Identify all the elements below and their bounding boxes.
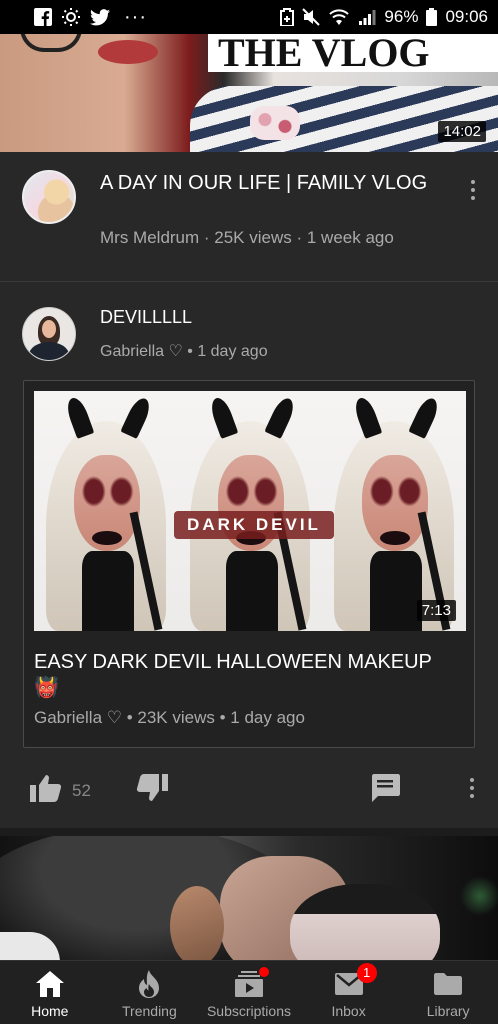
community-post: DEVILLLLL Gabriella ♡ • 1 day ago DARK D… — [0, 283, 498, 828]
comment-button[interactable] — [370, 774, 400, 807]
nav-trending-label: Trending — [122, 1003, 177, 1019]
brightness-icon — [60, 8, 82, 26]
like-count: 52 — [72, 780, 91, 800]
nav-trending[interactable]: Trending — [100, 961, 200, 1024]
post-meta: Gabriella ♡ • 1 day ago — [100, 343, 268, 360]
data-saver-icon — [280, 8, 295, 26]
avatar-face-shape — [42, 320, 56, 338]
post-author-avatar[interactable] — [22, 307, 76, 361]
thumbs-up-icon — [30, 774, 62, 807]
nav-inbox-label: Inbox — [331, 1003, 366, 1019]
thumbnail-overlay-text: DARK DEVIL — [174, 511, 334, 539]
nav-subscriptions[interactable]: Subscriptions — [199, 961, 299, 1024]
section-divider — [0, 828, 498, 836]
thumbnail-floral-sleeve — [250, 106, 300, 140]
subscriptions-icon — [234, 967, 269, 999]
like-button[interactable]: 52 — [30, 774, 91, 807]
twitter-icon — [90, 8, 110, 26]
nav-inbox[interactable]: 1 Inbox — [299, 961, 399, 1024]
status-bar-left: ··· — [34, 7, 147, 27]
signal-icon — [358, 8, 376, 26]
thumbnail-glasses-shape — [20, 34, 82, 52]
nav-home-label: Home — [31, 1003, 69, 1019]
embedded-video-title[interactable]: EASY DARK DEVIL HALLOWEEN MAKEUP 👹 — [34, 649, 454, 701]
thumbnail-background-light — [460, 876, 498, 916]
status-bar-right: 96% 09:06 — [280, 7, 488, 27]
new-content-badge — [258, 967, 269, 977]
thumbnail-ear-shape — [170, 886, 224, 960]
dislike-button[interactable] — [136, 774, 168, 807]
inbox-count-badge: 1 — [356, 963, 377, 983]
nav-library-label: Library — [426, 1003, 470, 1019]
thumbnail-banner-text: THE VLOG — [208, 34, 498, 72]
top-video-thumbnail[interactable]: THE VLOG 14:02 — [0, 34, 498, 152]
video-menu-icon[interactable] — [463, 180, 483, 200]
video-meta: Mrs Meldrum · 25K views · 1 week ago — [100, 228, 394, 247]
video-title[interactable]: A DAY IN OUR LIFE | FAMILY VLOG — [100, 170, 440, 196]
avatar-body-shape — [29, 342, 69, 360]
home-icon — [35, 969, 64, 999]
wifi-icon — [328, 8, 350, 26]
nav-home[interactable]: Home — [0, 961, 100, 1024]
embedded-video-meta: Gabriella ♡ • 23K views • 1 day ago — [34, 708, 305, 727]
thumbnail-lips-shape — [98, 40, 158, 64]
flame-icon — [138, 969, 160, 999]
nav-subscriptions-label: Subscriptions — [206, 1003, 291, 1019]
status-bar: ··· 96% 09:06 — [0, 0, 498, 34]
video-duration-badge: 14:02 — [438, 121, 486, 142]
post-menu-icon[interactable] — [462, 778, 482, 798]
thumbnail-face-shape — [290, 884, 440, 960]
folder-icon — [434, 969, 463, 999]
next-video-thumbnail[interactable] — [0, 836, 498, 960]
channel-avatar[interactable] — [22, 170, 76, 224]
thumbs-down-icon — [136, 774, 168, 807]
top-video-info[interactable]: A DAY IN OUR LIFE | FAMILY VLOG Mrs Meld… — [0, 152, 498, 282]
battery-percent: 96% — [384, 7, 419, 26]
post-text: DEVILLLLL — [100, 307, 193, 327]
clock: 09:06 — [445, 7, 488, 26]
mute-icon — [302, 8, 321, 26]
more-notifications: ··· — [124, 6, 147, 28]
post-actions: 52 — [0, 766, 498, 812]
thumbnail-striped-shirt — [190, 86, 498, 152]
embedded-video-card[interactable]: DARK DEVIL 7:13 EASY DARK DEVIL HALLOWEE… — [23, 380, 475, 748]
nav-library[interactable]: Library — [398, 961, 498, 1024]
embedded-video-thumbnail[interactable]: DARK DEVIL 7:13 — [34, 391, 466, 631]
video-duration-badge: 7:13 — [416, 600, 456, 621]
thumbnail-panel — [322, 391, 466, 631]
comment-icon — [370, 774, 400, 807]
thumbnail-panel — [34, 391, 178, 631]
facebook-icon — [34, 8, 52, 26]
bottom-navigation: Home Trending Subscriptions 1 Inbox Libr… — [0, 960, 498, 1024]
battery-icon — [426, 8, 438, 26]
inbox-icon: 1 — [334, 963, 377, 999]
